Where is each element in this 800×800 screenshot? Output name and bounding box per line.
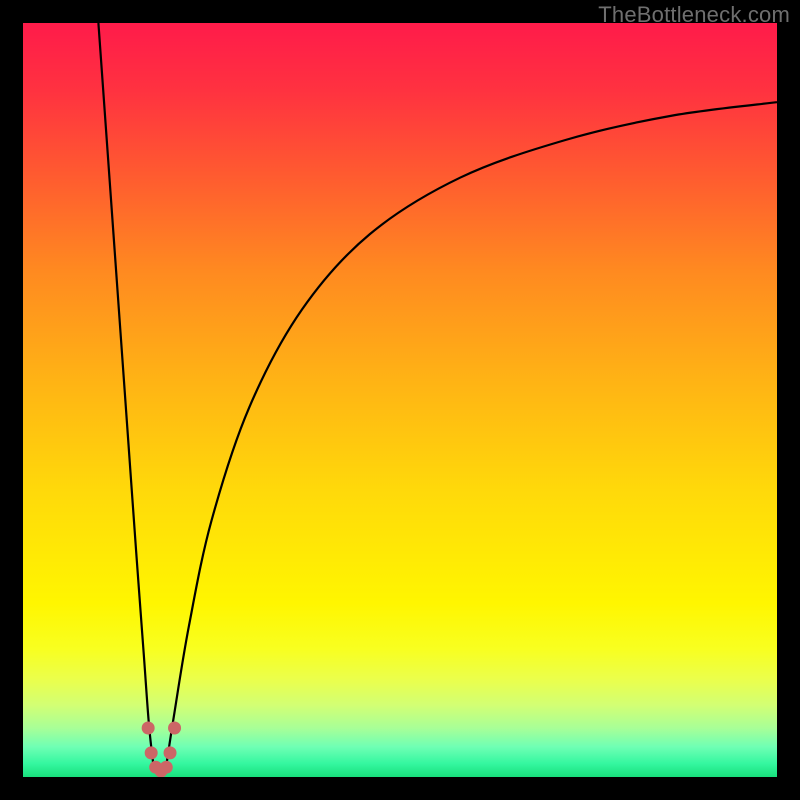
valley-marker <box>145 746 158 759</box>
watermark-text: TheBottleneck.com <box>598 2 790 28</box>
chart-frame: TheBottleneck.com <box>0 0 800 800</box>
valley-marker <box>142 721 155 734</box>
right-curve <box>166 102 777 766</box>
valley-marker <box>160 761 173 774</box>
plot-area <box>23 23 777 777</box>
valley-marker <box>168 721 181 734</box>
left-curve <box>98 23 153 766</box>
curve-layer <box>23 23 777 777</box>
valley-marker <box>164 746 177 759</box>
valley-markers <box>142 721 181 777</box>
